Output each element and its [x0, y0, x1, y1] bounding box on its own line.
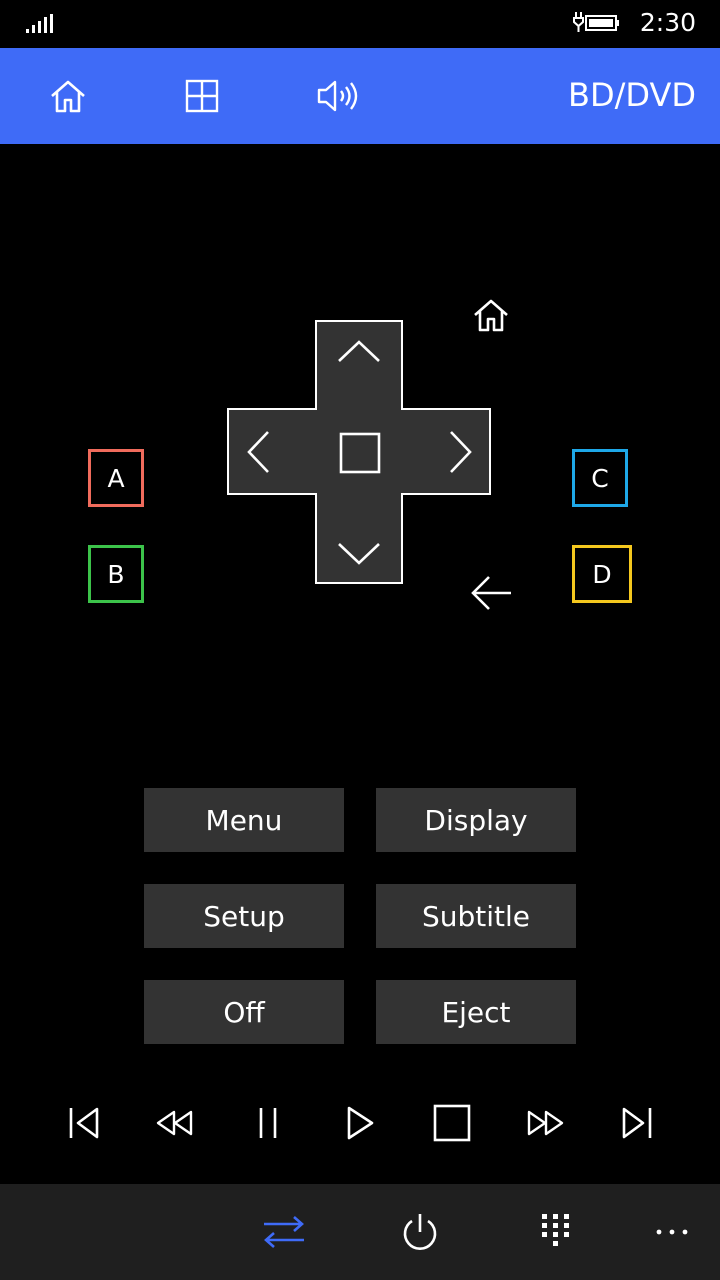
skip-next-icon: [622, 1107, 652, 1139]
color-key-label: D: [592, 559, 612, 589]
stop-button[interactable]: [424, 1096, 480, 1150]
more-icon: [656, 1229, 688, 1235]
dpad: [227, 320, 493, 586]
eject-button[interactable]: Eject: [376, 980, 576, 1044]
dpad-ok-button[interactable]: [330, 423, 390, 483]
color-key-b[interactable]: B: [88, 545, 144, 603]
play-button[interactable]: [332, 1096, 388, 1150]
power-icon: [403, 1214, 437, 1250]
play-icon: [347, 1106, 374, 1140]
color-key-d[interactable]: D: [572, 545, 632, 603]
pause-button[interactable]: [240, 1096, 296, 1150]
rewind-icon: [156, 1110, 193, 1136]
dpad-right-button[interactable]: [431, 409, 491, 494]
display-button[interactable]: Display: [376, 788, 576, 852]
home-icon: [474, 299, 508, 332]
volume-icon: [317, 80, 358, 112]
switch-device-button[interactable]: [254, 1202, 314, 1262]
color-key-c[interactable]: C: [572, 449, 628, 507]
menu-button[interactable]: Menu: [144, 788, 344, 852]
header-bar: BD/DVD: [0, 48, 720, 144]
more-button[interactable]: [642, 1202, 702, 1262]
tab-volume[interactable]: [306, 48, 370, 144]
switch-icon: [264, 1216, 304, 1248]
keypad-icon: [542, 1214, 569, 1246]
dpad-down-button[interactable]: [316, 524, 402, 584]
color-key-label: A: [107, 463, 125, 493]
stop-icon: [433, 1104, 471, 1142]
battery-charging-icon: [573, 12, 619, 32]
power-button[interactable]: [390, 1202, 450, 1262]
skip-previous-button[interactable]: [56, 1096, 112, 1150]
dpad-left-button[interactable]: [228, 409, 288, 494]
chevron-right-icon: [450, 430, 472, 473]
tab-home[interactable]: [36, 48, 100, 144]
chevron-down-icon: [338, 543, 380, 565]
pause-icon: [259, 1108, 277, 1138]
chevron-left-icon: [247, 430, 269, 473]
clock: 2:30: [639, 8, 696, 37]
keypad-button[interactable]: [526, 1202, 586, 1262]
skip-next-button[interactable]: [609, 1096, 665, 1150]
dpad-up-button[interactable]: [316, 321, 402, 381]
color-key-a[interactable]: A: [88, 449, 144, 507]
skip-previous-icon: [69, 1107, 99, 1139]
app-bar: [0, 1184, 720, 1280]
back-button[interactable]: [464, 568, 518, 618]
color-key-label: C: [591, 463, 609, 493]
back-arrow-icon: [471, 576, 511, 610]
chevron-up-icon: [338, 340, 380, 362]
setup-button[interactable]: Setup: [144, 884, 344, 948]
grid-icon: [185, 79, 219, 113]
tab-grid[interactable]: [170, 48, 234, 144]
fast-forward-icon: [527, 1110, 564, 1136]
nav-home-button[interactable]: [464, 290, 518, 340]
rewind-button[interactable]: [147, 1096, 203, 1150]
signal-bars-icon: [26, 14, 53, 33]
ok-square-icon: [339, 432, 381, 474]
fast-forward-button[interactable]: [517, 1096, 573, 1150]
device-title: BD/DVD: [568, 76, 696, 114]
status-bar: 2:30: [0, 0, 720, 48]
home-icon: [51, 80, 85, 113]
subtitle-button[interactable]: Subtitle: [376, 884, 576, 948]
color-key-label: B: [107, 559, 125, 589]
off-button[interactable]: Off: [144, 980, 344, 1044]
